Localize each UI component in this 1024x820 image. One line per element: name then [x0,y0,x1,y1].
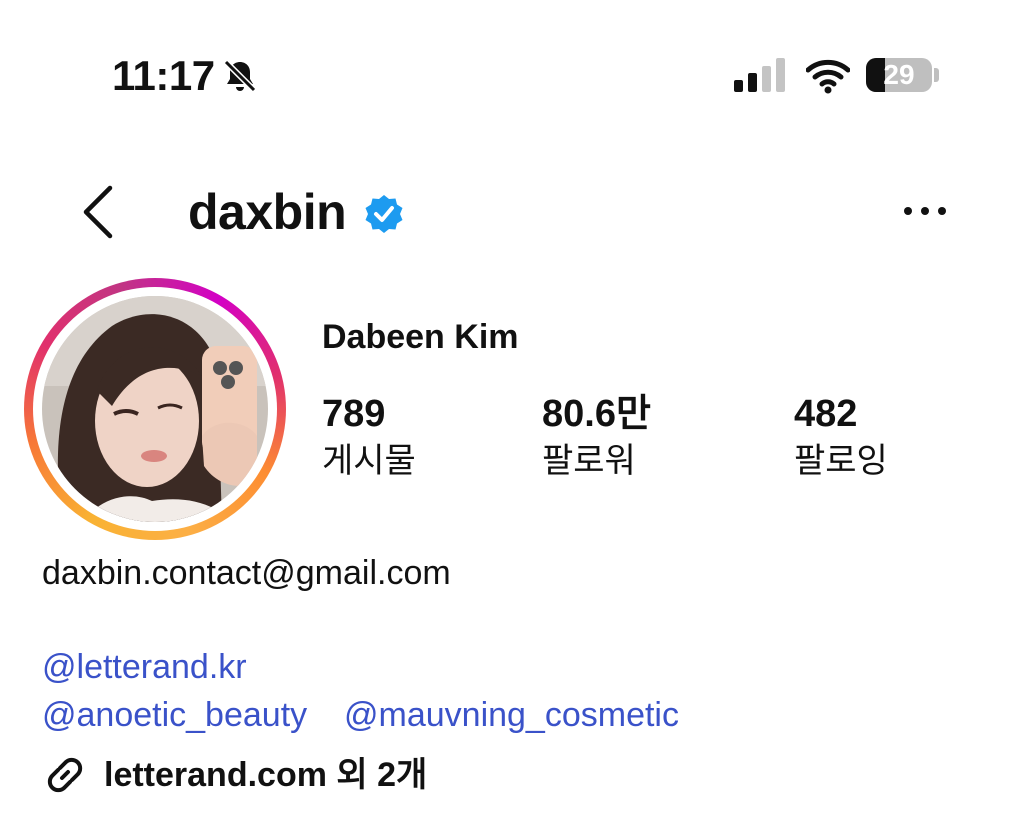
status-time: 11:17 [112,52,215,99]
avatar-image [42,296,268,522]
profile-username: daxbin [188,184,347,240]
wifi-icon [806,59,850,94]
link-icon [47,757,83,793]
verified-badge-icon [365,195,403,233]
profile-avatar[interactable] [42,296,268,522]
external-link[interactable]: letterand.com 외 2개 [104,754,427,796]
following-count[interactable]: 482 [794,392,857,436]
battery-tip [934,68,939,82]
following-label[interactable]: 팔로잉 [794,440,888,482]
cellular-signal-icon [734,58,785,92]
bell-muted-icon [223,59,257,93]
posts-count[interactable]: 789 [322,392,385,436]
battery-level-text: 29 [883,59,915,90]
chevron-left-icon[interactable] [78,184,120,240]
mention-link-mauvning-cosmetic[interactable]: @mauvning_cosmetic [344,694,679,736]
posts-label[interactable]: 게시물 [322,440,416,482]
mention-link-letterand[interactable]: @letterand.kr [42,646,247,688]
more-horizontal-icon[interactable] [902,198,948,224]
mention-link-anoetic-beauty[interactable]: @anoetic_beauty [42,694,307,736]
battery-indicator: 29 [866,58,932,92]
profile-full-name: Dabeen Kim [322,318,519,356]
followers-label[interactable]: 팔로워 [542,440,636,482]
bio-email: daxbin.contact@gmail.com [42,554,451,592]
followers-count[interactable]: 80.6만 [542,392,651,436]
